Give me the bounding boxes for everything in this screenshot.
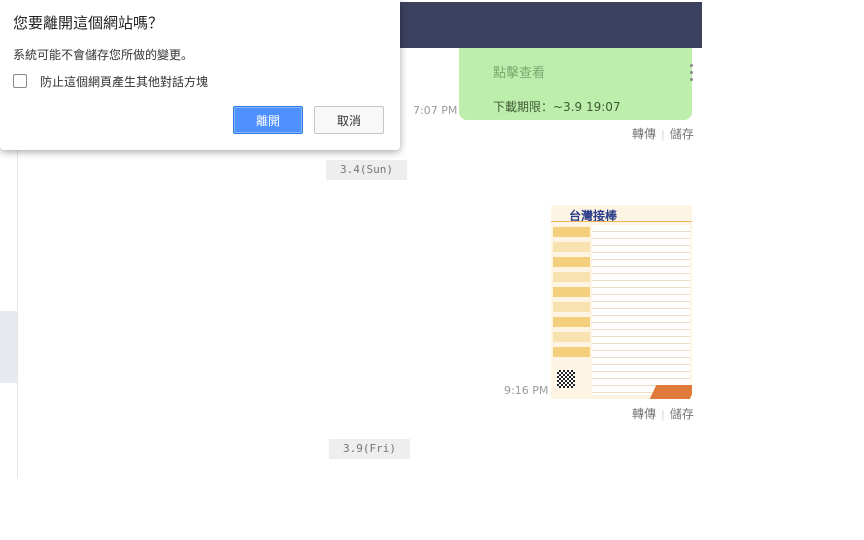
message-bubble[interactable]: 點擊查看 下載期限：~3.9 19:07 <box>459 48 692 120</box>
save-link[interactable]: 儲存 <box>670 127 694 141</box>
save-link[interactable]: 儲存 <box>670 407 694 421</box>
action-separator: | <box>661 408 665 421</box>
left-panel-tab[interactable] <box>0 311 17 383</box>
chat-header-bar <box>400 2 702 48</box>
shared-image[interactable]: 台灣接棒 <box>551 205 692 399</box>
dialog-title: 您要離開這個網站嗎？ <box>13 14 164 32</box>
leave-button[interactable]: 離開 <box>233 106 303 134</box>
date-separator: 3.9(Fri) <box>329 439 410 459</box>
action-separator: | <box>661 128 665 141</box>
message-time: 7:07 PM <box>413 104 458 117</box>
qr-code-icon <box>557 370 575 388</box>
image-message-time: 9:16 PM <box>504 384 549 397</box>
leave-site-dialog: 您要離開這個網站嗎？ 系統可能不會儲存您所做的變更。 防止這個網頁產生其他對話方… <box>0 0 400 150</box>
more-options-icon[interactable] <box>688 64 696 86</box>
image-footer-shape <box>649 385 692 399</box>
dialog-message: 系統可能不會儲存您所做的變更。 <box>13 48 194 62</box>
download-deadline-text: 下載期限：~3.9 19:07 <box>493 100 621 114</box>
cancel-button[interactable]: 取消 <box>314 106 384 134</box>
image-message-actions: 轉傳 | 儲存 <box>632 405 694 422</box>
prevent-dialogs-label: 防止這個網頁產生其他對話方塊 <box>40 74 209 89</box>
forward-link[interactable]: 轉傳 <box>632 407 656 421</box>
date-separator: 3.4(Sun) <box>326 160 407 180</box>
bubble-partial-text: 點擊查看 <box>493 66 546 81</box>
image-rule <box>551 221 692 222</box>
prevent-dialogs-option[interactable]: 防止這個網頁產生其他對話方塊 <box>13 72 208 90</box>
image-sidebar <box>553 227 590 377</box>
image-table <box>592 225 690 395</box>
message-actions: 轉傳 | 儲存 <box>632 125 694 142</box>
forward-link[interactable]: 轉傳 <box>632 127 656 141</box>
prevent-dialogs-checkbox[interactable] <box>13 74 27 88</box>
